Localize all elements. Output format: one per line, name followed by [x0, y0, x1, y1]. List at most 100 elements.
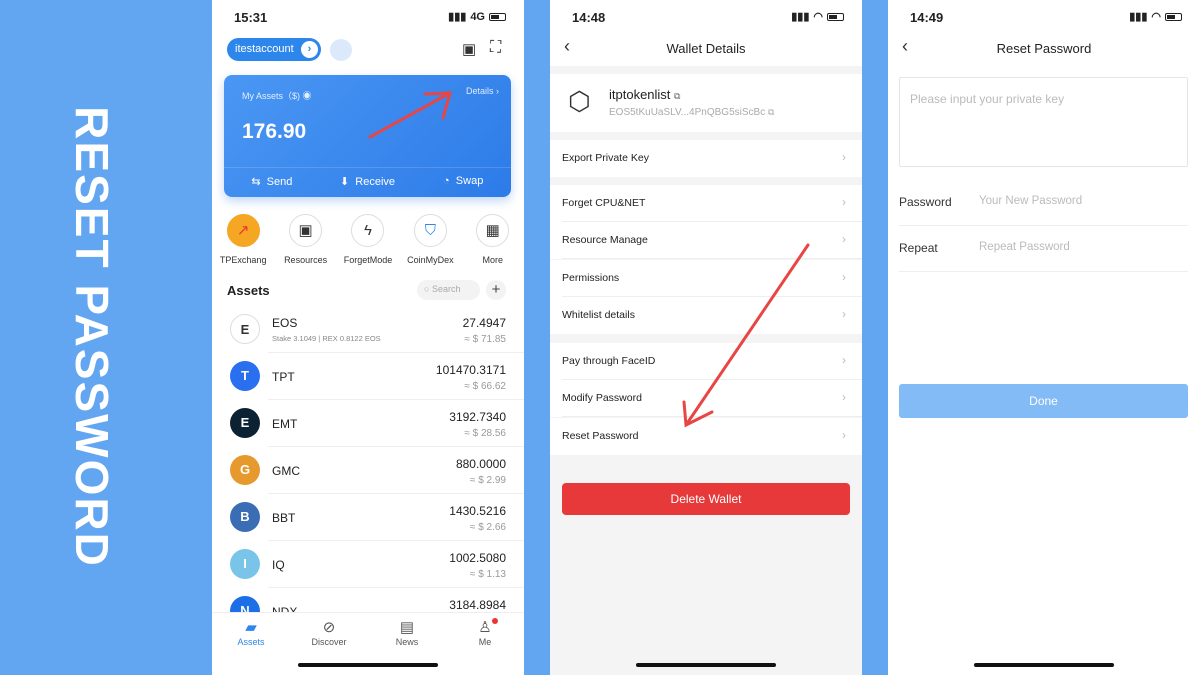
eye-icon[interactable]: ◉ — [303, 91, 312, 101]
menu-item-label: Whitelist details — [562, 309, 635, 321]
menu-item-modify-password[interactable]: Modify Password › — [550, 380, 862, 417]
wallet-details-screen: 14:48 ▮▮▮ ◠ ‹ Wallet Details ⬡ itptokenlis… — [550, 0, 862, 675]
chevron-right-icon: › — [842, 353, 846, 367]
details-link[interactable]: Details › — [466, 86, 499, 96]
asset-row-eos[interactable]: E EOS Stake 3.1049 | REX 0.8122 EOS 27.4… — [212, 306, 524, 353]
gmc-logo-icon: G — [230, 455, 260, 485]
menu-item-forget-cpu-net[interactable]: Forget CPU&NET › — [550, 185, 862, 222]
status-bar: 14:48 ▮▮▮ ◠ — [550, 10, 862, 28]
home-indicator — [636, 663, 776, 667]
swap-icon: ◔ — [443, 175, 450, 187]
compass-icon: ⊘ — [322, 619, 336, 636]
shield-icon: ⛉ — [413, 214, 447, 247]
shortcut-label: Resources — [284, 255, 328, 265]
shortcut-tpexchange[interactable]: ↗ TPExchang — [213, 214, 273, 265]
asset-row-bbt[interactable]: B BBT 1430.5216 ≈ $ 2.66 — [212, 494, 524, 541]
menu-item-label: Forget CPU&NET — [562, 197, 646, 209]
tab-assets[interactable]: ▰ Assets — [212, 613, 290, 675]
notification-dot — [492, 618, 498, 624]
search-icon: ○ — [424, 284, 430, 294]
send-label: Send — [266, 176, 293, 188]
account-name: itestaccount — [235, 43, 294, 55]
receive-label: Receive — [355, 176, 396, 188]
status-bar: 15:31 ▮▮▮ 4G — [212, 10, 524, 28]
emt-logo-icon: E — [230, 408, 260, 438]
asset-usd: ≈ $ 71.85 — [464, 334, 506, 345]
menu-item-label: Export Private Key — [562, 152, 649, 164]
avatar[interactable] — [330, 39, 352, 61]
swap-button[interactable]: ◔ Swap — [415, 168, 511, 197]
scan-icon[interactable]: ⛶ — [490, 39, 501, 57]
asset-row-iq[interactable]: I IQ 1002.5080 ≈ $ 1.13 — [212, 541, 524, 588]
asset-balance: 1430.5216 — [449, 504, 506, 518]
wallet-add-icon[interactable]: ▣ — [462, 40, 476, 58]
repeat-label: Repeat — [899, 241, 938, 255]
status-time: 14:49 — [910, 10, 944, 25]
copy-icon[interactable]: ⧉ — [768, 107, 774, 117]
menu-item-export-private-key[interactable]: Export Private Key › — [550, 140, 862, 177]
battery-icon — [827, 12, 844, 21]
bbt-logo-icon: B — [230, 502, 260, 532]
shortcut-label: More — [482, 255, 503, 265]
new-password-input[interactable]: Your New Password — [979, 195, 1179, 207]
tab-label: Assets — [237, 637, 265, 647]
chip-icon: ▣ — [289, 214, 323, 247]
chevron-right-icon: › — [842, 307, 846, 321]
private-key-placeholder: Please input your private key — [910, 92, 1065, 106]
asset-row-emt[interactable]: E EMT 3192.7340 ≈ $ 28.56 — [212, 400, 524, 447]
swap-label: Swap — [455, 175, 484, 187]
receive-icon: ⬇ — [339, 176, 350, 188]
asset-balance: 101470.3171 — [435, 363, 506, 377]
network-label: 4G — [470, 10, 485, 23]
asset-row-gmc[interactable]: G GMC 880.0000 ≈ $ 2.99 — [212, 447, 524, 494]
send-button[interactable]: ⇆ Send — [224, 168, 320, 197]
wallet-name: itptokenlist — [609, 87, 671, 102]
menu-item-resource-manage[interactable]: Resource Manage › — [550, 222, 862, 259]
reset-password-screen: 14:49 ▮▮▮ ◠ ‹ Reset Password Please input … — [888, 0, 1200, 675]
back-icon[interactable]: ‹ — [564, 36, 570, 57]
asset-balance: 3184.8984 — [449, 598, 506, 612]
asset-name: BBT — [272, 511, 296, 525]
delete-wallet-button[interactable]: Delete Wallet — [562, 483, 850, 515]
asset-row-tpt[interactable]: T TPT 101470.3171 ≈ $ 66.62 — [212, 353, 524, 400]
wallet-key: EOS5tKuUaSLV...4PnQBG5siScBc — [609, 107, 766, 118]
back-icon[interactable]: ‹ — [902, 36, 908, 57]
divider — [562, 258, 862, 259]
divider — [899, 225, 1188, 226]
shortcut-resources[interactable]: ▣ Resources — [276, 214, 336, 265]
status-bar: 14:49 ▮▮▮ ◠ — [888, 10, 1200, 28]
search-input[interactable]: ○ Search — [417, 280, 480, 300]
chevron-right-icon: › — [842, 428, 846, 442]
shortcut-forgetmode[interactable]: ϟ ForgetModе — [338, 214, 398, 265]
tab-label: Me — [478, 637, 492, 647]
asset-name: EOS — [272, 316, 298, 330]
shortcut-coinmydex[interactable]: ⛉ CoinMyDex — [400, 214, 460, 265]
eos-logo-icon: ⬡ — [568, 86, 591, 116]
copy-icon[interactable]: ⧉ — [674, 91, 680, 101]
repeat-password-input[interactable]: Repeat Password — [979, 241, 1179, 253]
wifi-icon: ◠ — [813, 11, 823, 23]
iq-logo-icon: I — [230, 549, 260, 579]
menu-item-permissions[interactable]: Permissions › — [550, 260, 862, 297]
menu-item-label: Permissions — [562, 272, 620, 284]
menu-item-label: Modify Password — [562, 392, 642, 404]
menu-item-pay-through-faceid[interactable]: Pay through FaceID › — [550, 343, 862, 380]
eos-logo-icon: E — [230, 314, 260, 344]
nav-bar: ‹ Reset Password — [888, 36, 1200, 64]
tpt-logo-icon: T — [230, 361, 260, 391]
tab-me[interactable]: ♙ Me — [446, 613, 524, 675]
assets-heading: Assets — [227, 283, 270, 298]
shortcuts: ↗ TPExchang ▣ Resources ϟ ForgetModе ⛉ CoinM… — [212, 214, 524, 265]
menu-item-label: Resource Manage — [562, 234, 648, 246]
receive-button[interactable]: ⬇ Receive — [320, 168, 416, 197]
chevron-right-icon: › — [842, 270, 846, 284]
menu-item-reset-password[interactable]: Reset Password › — [550, 418, 862, 455]
shortcut-more[interactable]: ▦ More — [463, 214, 523, 265]
menu-item-whitelist-details[interactable]: Whitelist details › — [550, 297, 862, 334]
status-time: 15:31 — [234, 10, 268, 25]
done-button[interactable]: Done — [899, 384, 1188, 418]
private-key-input[interactable]: Please input your private key — [899, 77, 1188, 167]
account-switcher[interactable]: itestaccount › — [227, 38, 321, 61]
add-asset-button[interactable]: + — [486, 280, 506, 300]
grid-icon: ▦ — [476, 214, 510, 247]
